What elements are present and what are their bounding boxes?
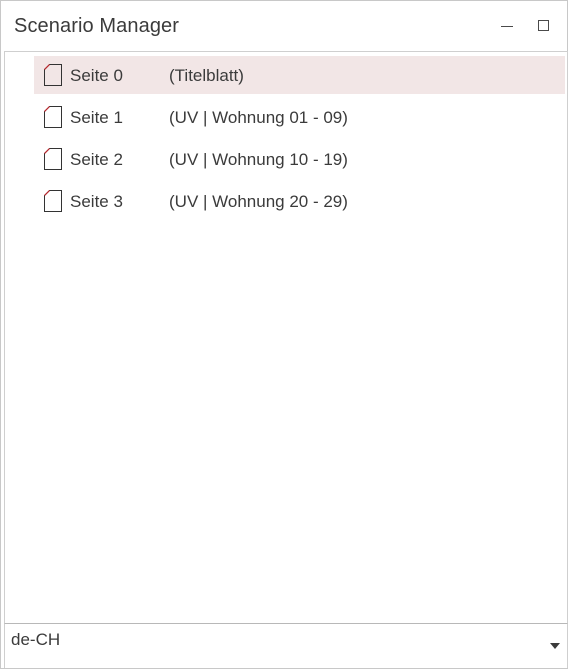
page-item-seite-2[interactable]: Seite 2 (UV | Wohnung 10 - 19) <box>34 140 565 178</box>
page-icon <box>44 190 62 212</box>
page-icon <box>44 148 62 170</box>
page-item-seite-1[interactable]: Seite 1 (UV | Wohnung 01 - 09) <box>34 98 565 136</box>
page-name: Seite 1 <box>70 108 123 127</box>
maximize-icon <box>538 20 549 31</box>
page-description: (UV | Wohnung 01 - 09) <box>169 108 348 127</box>
language-select[interactable]: de-CH <box>4 624 568 668</box>
page-item-seite-0[interactable]: Seite 0 (Titelblatt) <box>34 56 565 94</box>
page-list: Seite 0 (Titelblatt) Seite 1 (UV | Wohnu… <box>34 56 565 224</box>
page-description: (Titelblatt) <box>169 66 244 85</box>
minimize-button[interactable] <box>495 14 519 38</box>
scenario-manager-window: Scenario Manager Seite 0 (Titelblatt) Se… <box>0 0 568 669</box>
window-title: Scenario Manager <box>14 15 180 37</box>
language-select-value: de-CH <box>11 630 61 649</box>
chevron-down-icon[interactable] <box>550 643 560 649</box>
maximize-button[interactable] <box>531 14 555 38</box>
page-item-seite-3[interactable]: Seite 3 (UV | Wohnung 20 - 29) <box>34 182 565 220</box>
title-bar: Scenario Manager <box>1 1 567 51</box>
page-icon <box>44 64 62 86</box>
page-name: Seite 0 <box>70 66 123 85</box>
page-list-panel: Seite 0 (Titelblatt) Seite 1 (UV | Wohnu… <box>4 51 568 624</box>
page-name: Seite 2 <box>70 150 123 169</box>
page-description: (UV | Wohnung 20 - 29) <box>169 192 348 211</box>
minimize-icon <box>501 26 513 27</box>
page-description: (UV | Wohnung 10 - 19) <box>169 150 348 169</box>
page-name: Seite 3 <box>70 192 123 211</box>
page-icon <box>44 106 62 128</box>
